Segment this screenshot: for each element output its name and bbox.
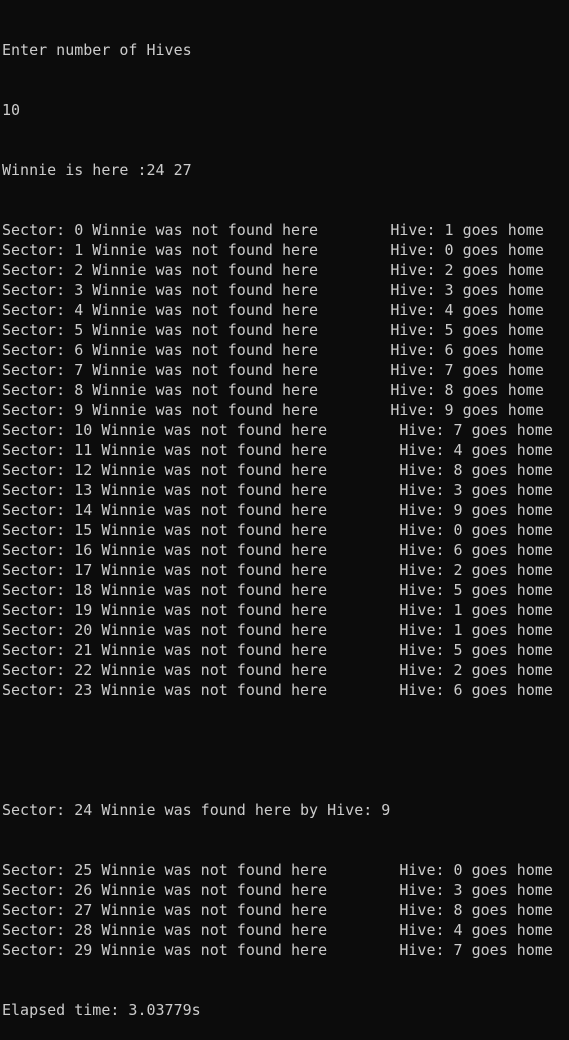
sector-line: Sector: 21 Winnie was not found here Hiv… (2, 641, 553, 659)
sector-line: Sector: 6 Winnie was not found here Hive… (2, 341, 544, 359)
sector-log-before-found: Sector: 0 Winnie was not found here Hive… (2, 220, 569, 700)
sector-line: Sector: 0 Winnie was not found here Hive… (2, 221, 544, 239)
sector-line: Sector: 23 Winnie was not found here Hiv… (2, 681, 553, 699)
sector-line: Sector: 29 Winnie was not found here Hiv… (2, 941, 553, 959)
sector-line: Sector: 25 Winnie was not found here Hiv… (2, 861, 553, 879)
sector-line: Sector: 13 Winnie was not found here Hiv… (2, 481, 553, 499)
sector-line: Sector: 14 Winnie was not found here Hiv… (2, 501, 553, 519)
sector-line: Sector: 19 Winnie was not found here Hiv… (2, 601, 553, 619)
sector-line: Sector: 17 Winnie was not found here Hiv… (2, 561, 553, 579)
console-output[interactable]: Enter number of Hives 10 Winnie is here … (2, 0, 569, 1019)
sector-line: Sector: 27 Winnie was not found here Hiv… (2, 901, 553, 919)
sector-line: Sector: 10 Winnie was not found here Hiv… (2, 421, 553, 439)
sector-line: Sector: 28 Winnie was not found here Hiv… (2, 921, 553, 939)
sector-line: Sector: 5 Winnie was not found here Hive… (2, 321, 544, 339)
prompt-line: Enter number of Hives (2, 41, 192, 59)
sector-log-after-found: Sector: 25 Winnie was not found here Hiv… (2, 860, 569, 960)
sector-line: Sector: 9 Winnie was not found here Hive… (2, 401, 544, 419)
sector-line: Sector: 26 Winnie was not found here Hiv… (2, 881, 553, 899)
winnie-location-line: Winnie is here :24 27 (2, 161, 192, 179)
sector-line: Sector: 18 Winnie was not found here Hiv… (2, 581, 553, 599)
sector-line: Sector: 11 Winnie was not found here Hiv… (2, 441, 553, 459)
sector-line: Sector: 15 Winnie was not found here Hiv… (2, 521, 553, 539)
sector-line: Sector: 20 Winnie was not found here Hiv… (2, 621, 553, 639)
input-value-line: 10 (2, 101, 21, 119)
elapsed-time-line: Elapsed time: 3.03779s (2, 1001, 201, 1019)
sector-line: Sector: 16 Winnie was not found here Hiv… (2, 541, 553, 559)
sector-line: Sector: 1 Winnie was not found here Hive… (2, 241, 544, 259)
sector-line: Sector: 12 Winnie was not found here Hiv… (2, 461, 553, 479)
sector-line: Sector: 7 Winnie was not found here Hive… (2, 361, 544, 379)
sector-line: Sector: 4 Winnie was not found here Hive… (2, 301, 544, 319)
sector-line: Sector: 2 Winnie was not found here Hive… (2, 261, 544, 279)
sector-line: Sector: 22 Winnie was not found here Hiv… (2, 661, 553, 679)
sector-line: Sector: 3 Winnie was not found here Hive… (2, 281, 544, 299)
found-line: Sector: 24 Winnie was found here by Hive… (2, 801, 391, 819)
sector-line: Sector: 8 Winnie was not found here Hive… (2, 381, 544, 399)
